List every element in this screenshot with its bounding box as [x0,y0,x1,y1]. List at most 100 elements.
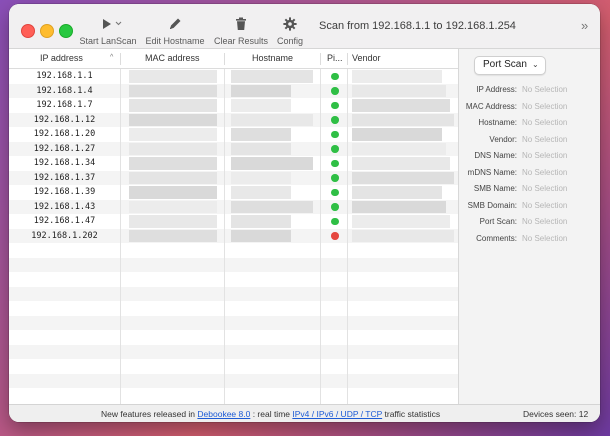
table-row[interactable]: 192.168.1.27 [9,141,458,156]
detail-field-value: No Selection [522,118,568,127]
column-divider [120,53,121,65]
table-row[interactable]: 192.168.1.20 [9,127,458,142]
table-row[interactable]: 192.168.1.34 [9,156,458,171]
detail-field: IP Address: No Selection [459,85,600,97]
minimize-window-button[interactable] [40,24,54,38]
redacted-vendor-cell [352,200,446,213]
table-body: 192.168.1.1 192.168.1.4 192.168.1.7 192.168… [9,69,458,404]
debookee-link[interactable]: Debookee 8.0 [197,409,250,419]
table-row[interactable]: 192.168.1.1 [9,69,458,84]
column-divider [120,69,121,404]
redacted-hostname-cell [231,171,291,184]
protocols-link[interactable]: IPv4 / IPv6 / UDP / TCP [292,409,382,419]
table-row[interactable]: 192.168.1.43 [9,199,458,214]
trash-icon [236,17,246,30]
detail-field-label: Port Scan: [479,217,517,226]
close-window-button[interactable] [21,24,35,38]
status-online-dot [331,174,339,182]
column-divider [224,53,225,65]
redacted-mac-cell [129,99,217,112]
column-header-ip[interactable]: IP address [40,53,83,63]
status-message: New features released in Debookee 8.0 : … [101,409,440,419]
window-title: Scan from 192.168.1.1 to 192.168.1.254 [319,20,516,32]
redacted-hostname-cell [231,200,313,213]
config-label: Config [276,36,303,46]
start-lanscan-button[interactable]: Start LanScan [79,16,137,46]
zoom-window-button[interactable] [59,24,73,38]
detail-field: Comments: No Selection [459,234,600,246]
redacted-mac-cell [129,215,217,228]
detail-field: Vendor: No Selection [459,135,600,147]
detail-field-value: No Selection [522,85,568,94]
status-online-dot [331,159,339,167]
status-bar: New features released in Debookee 8.0 : … [9,404,600,422]
table-row[interactable]: 192.168.1.4 [9,83,458,98]
clear-results-button[interactable]: Clear Results [213,16,269,46]
ip-address-cell: 192.168.1.7 [36,100,93,110]
column-header-mac[interactable]: MAC address [145,53,200,63]
chevron-down-icon: ⌄ [532,60,539,69]
status-online-dot [331,101,339,109]
play-icon [103,19,122,29]
redacted-mac-cell [129,142,217,155]
detail-field: mDNS Name: No Selection [459,168,600,180]
column-header-vendor[interactable]: Vendor [352,53,381,63]
table-row[interactable]: 192.168.1.47 [9,214,458,229]
toolbar: Start LanScan Edit Hostname Clear Result… [9,4,600,49]
redacted-mac-cell [129,157,217,170]
table-row [9,330,458,345]
table-row [9,301,458,316]
redacted-hostname-cell [231,113,313,126]
detail-field: SMB Domain: No Selection [459,201,600,213]
status-middle: : real time [250,409,293,419]
redacted-vendor-cell [352,142,446,155]
column-divider [320,69,321,404]
table-row[interactable]: 192.168.1.202 [9,228,458,243]
table-row[interactable]: 192.168.1.7 [9,98,458,113]
detail-field-label: Hostname: [478,118,517,127]
detail-field: Port Scan: No Selection [459,217,600,229]
detail-field-value: No Selection [522,184,568,193]
column-divider [347,69,348,404]
redacted-mac-cell [129,186,217,199]
detail-field-value: No Selection [522,217,568,226]
status-online-dot [331,72,339,80]
detail-field-label: IP Address: [476,85,517,94]
redacted-mac-cell [129,84,217,97]
column-divider [347,53,348,65]
table-row [9,257,458,272]
config-button[interactable]: Config [275,16,305,46]
redacted-mac-cell [129,200,217,213]
detail-field-label: SMB Domain: [467,200,517,210]
ip-address-cell: 192.168.1.47 [33,216,96,226]
table-row[interactable]: 192.168.1.12 [9,112,458,127]
start-lanscan-label: Start LanScan [79,36,137,46]
table-row[interactable]: 192.168.1.37 [9,170,458,185]
clear-results-label: Clear Results [213,36,269,46]
port-scan-popup[interactable]: Port Scan ⌄ [474,56,546,75]
redacted-hostname-cell [231,128,291,141]
edit-hostname-label: Edit Hostname [145,36,205,46]
redacted-vendor-cell [352,186,442,199]
redacted-mac-cell [129,70,217,83]
redacted-vendor-cell [352,128,442,141]
redacted-mac-cell [129,128,217,141]
status-online-dot [331,116,339,124]
column-header-ping[interactable]: Pi... [327,53,343,63]
details-sidebar: Port Scan ⌄ IP Address: No Selection MAC A… [458,49,600,404]
table-row [9,243,458,258]
status-offline-dot [331,232,339,240]
ip-address-cell: 192.168.1.43 [33,201,96,212]
redacted-hostname-cell [231,99,291,112]
redacted-hostname-cell [231,84,291,97]
devices-table: IP address ^ MAC address Hostname Pi... … [9,49,458,404]
sort-ascending-icon: ^ [110,54,114,61]
detail-field-value: No Selection [522,101,568,111]
table-row[interactable]: 192.168.1.39 [9,185,458,200]
table-row [9,344,458,359]
detail-field-value: No Selection [522,151,568,160]
chevron-double-right-icon[interactable]: » [581,18,588,33]
column-header-hostname[interactable]: Hostname [252,53,293,63]
edit-hostname-button[interactable]: Edit Hostname [145,16,205,46]
detail-field-label: SMB Name: [473,184,517,193]
